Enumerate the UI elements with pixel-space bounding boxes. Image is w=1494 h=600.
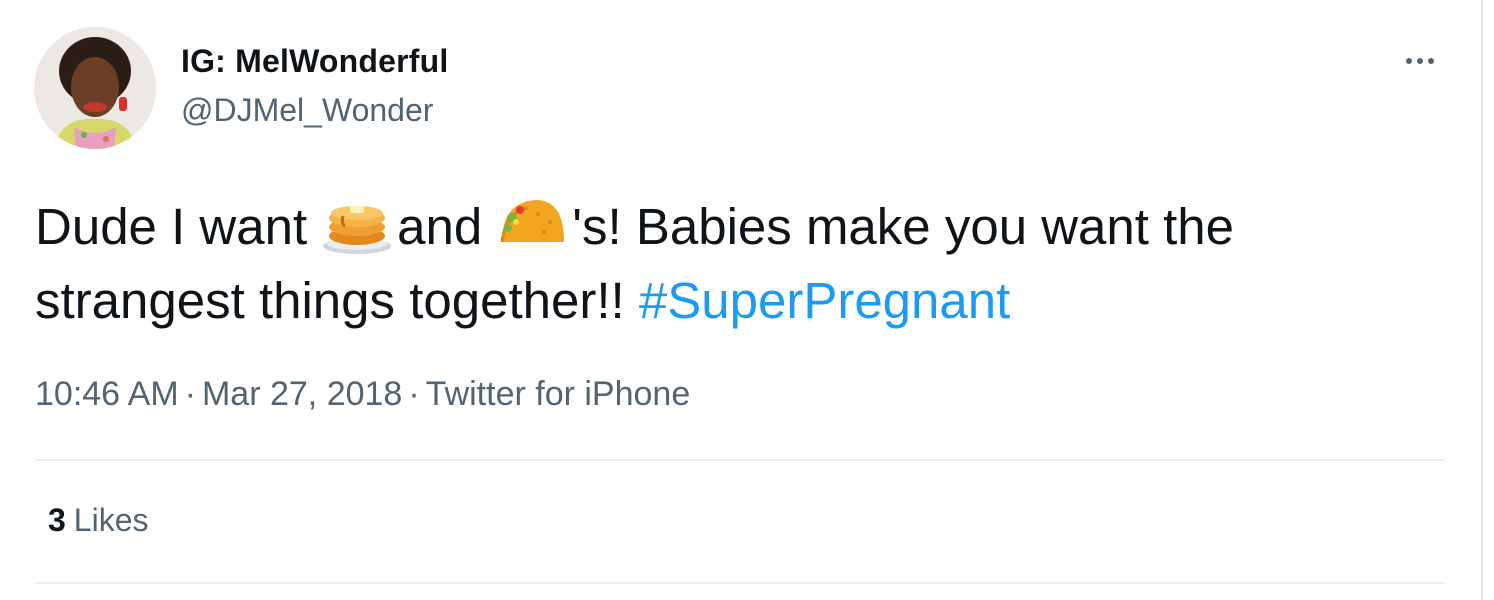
tweet-text-part: and [397,198,483,255]
user-handle[interactable]: @DJMel_Wonder [181,92,433,129]
dot [1406,58,1412,64]
hashtag-link[interactable]: #SuperPregnant [639,272,1010,329]
tweet-card: IG: MelWonderful @DJMel_Wonder Dude I wa… [0,0,1483,600]
separator: · [184,375,196,413]
tweet-metadata: 10:46 AM · Mar 27, 2018 · Twitter for iPhone [35,375,690,414]
tweet-text: Dude I want and 's! Babies make you want… [35,190,1455,338]
more-options-icon[interactable] [1395,46,1445,76]
tweet-text-part: Dude I want [35,198,308,255]
divider [35,582,1445,584]
avatar[interactable] [34,27,156,149]
likes-count: 3 [48,502,66,538]
taco-emoji-icon [496,192,568,256]
tweet-date[interactable]: Mar 27, 2018 [202,375,402,413]
likes-stat[interactable]: 3 Likes [48,502,149,539]
tweet-time[interactable]: 10:46 AM [35,375,179,413]
tweet-source[interactable]: Twitter for iPhone [426,375,691,413]
separator: · [408,375,420,413]
likes-label: Likes [73,502,149,538]
dot [1428,58,1434,64]
pancakes-emoji-icon [321,192,393,256]
display-name[interactable]: IG: MelWonderful [181,43,448,80]
dot [1417,58,1423,64]
divider [35,459,1445,461]
